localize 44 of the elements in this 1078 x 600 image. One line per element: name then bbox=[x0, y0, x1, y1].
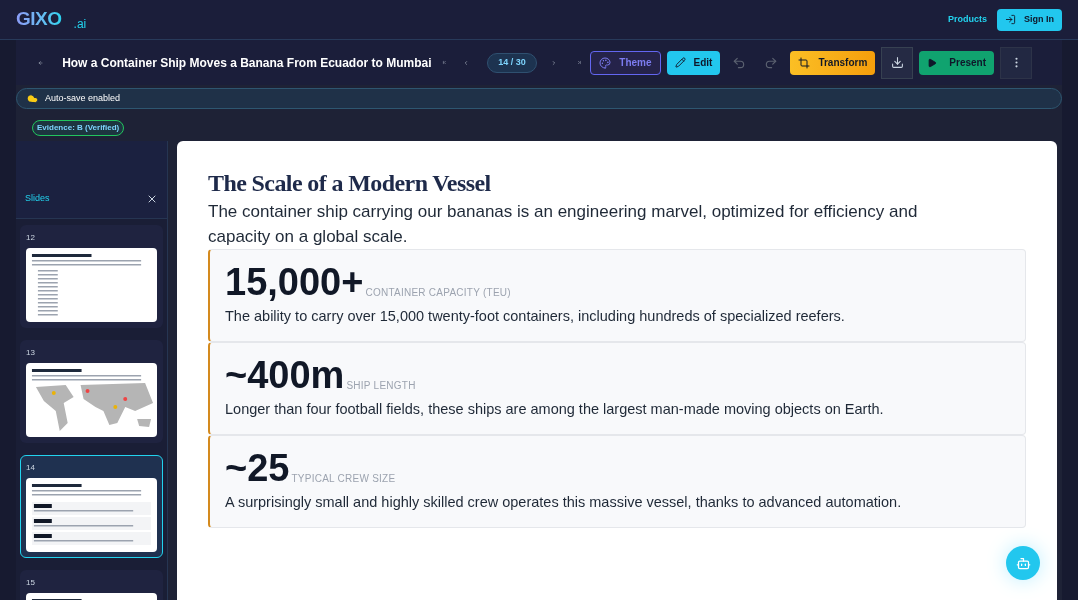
stat-label: SHIP LENGTH bbox=[346, 379, 416, 393]
theme-button[interactable]: Theme bbox=[590, 50, 661, 75]
stat-label: TYPICAL CREW SIZE bbox=[291, 472, 396, 486]
sign-in-button[interactable]: Sign In bbox=[997, 8, 1062, 31]
stat-value: 15,000+ bbox=[225, 260, 364, 304]
stat-description: Longer than four football fields, these ships are among the largest man-made moving objects on Earth. bbox=[225, 400, 885, 419]
cloud-check-icon bbox=[26, 92, 39, 105]
slide-list-item[interactable]: 14 bbox=[20, 455, 163, 558]
slide-list-item[interactable]: 13 bbox=[20, 340, 163, 443]
autosave-label: Auto-save enabled bbox=[45, 91, 121, 105]
play-icon bbox=[927, 57, 938, 68]
page-counter: 14 / 30 bbox=[487, 52, 537, 73]
slide-number: 14 bbox=[26, 462, 36, 474]
present-button[interactable]: Present bbox=[919, 50, 994, 75]
evidence-badge: Evidence: B (Verified) bbox=[32, 120, 125, 136]
transform-button[interactable]: Transform bbox=[790, 50, 876, 75]
slides-heading: Slides bbox=[25, 191, 50, 205]
slide-number: 12 bbox=[26, 232, 36, 244]
crop-icon bbox=[798, 56, 811, 69]
slide-number: 15 bbox=[26, 577, 36, 589]
slide-number: 13 bbox=[26, 347, 36, 359]
stat-label: CONTAINER CAPACITY (TEU) bbox=[365, 286, 511, 300]
stat-value: ~25 bbox=[225, 446, 290, 490]
download-button[interactable] bbox=[881, 46, 914, 79]
more-button[interactable] bbox=[1000, 46, 1032, 79]
sign-in-icon bbox=[1005, 14, 1016, 25]
slide-list-item[interactable]: 12 bbox=[20, 225, 163, 328]
close-icon[interactable] bbox=[146, 193, 158, 205]
stat-value: ~400m bbox=[225, 353, 345, 397]
undo-icon bbox=[732, 55, 747, 70]
robot-icon bbox=[1015, 555, 1031, 571]
palette-icon bbox=[599, 56, 612, 69]
slide-list-item[interactable]: 15 bbox=[20, 570, 163, 600]
slide-subtitle: The container ship carrying our bananas is an engineering marvel, optimized for efficiency and capacity on a global scale. bbox=[208, 201, 919, 248]
stat-description: A surprisingly small and highly skilled crew operates this massive vessel, thanks to advanced automation. bbox=[225, 493, 903, 512]
presentation-title: How a Container Ship Moves a Banana From Ecuador to Mumbai bbox=[62, 54, 432, 72]
slide-title: The Scale of a Modern Vessel bbox=[208, 169, 492, 198]
products-link[interactable]: Products bbox=[948, 12, 987, 27]
stat-description: The ability to carry over 15,000 twenty-foot containers, including hundreds of specialized reefers. bbox=[225, 307, 846, 326]
redo-icon bbox=[764, 55, 779, 70]
logo-suffix: .ai bbox=[73, 15, 87, 33]
download-icon bbox=[890, 56, 904, 69]
edit-button[interactable]: Edit bbox=[666, 50, 721, 75]
pencil-icon bbox=[674, 57, 686, 68]
